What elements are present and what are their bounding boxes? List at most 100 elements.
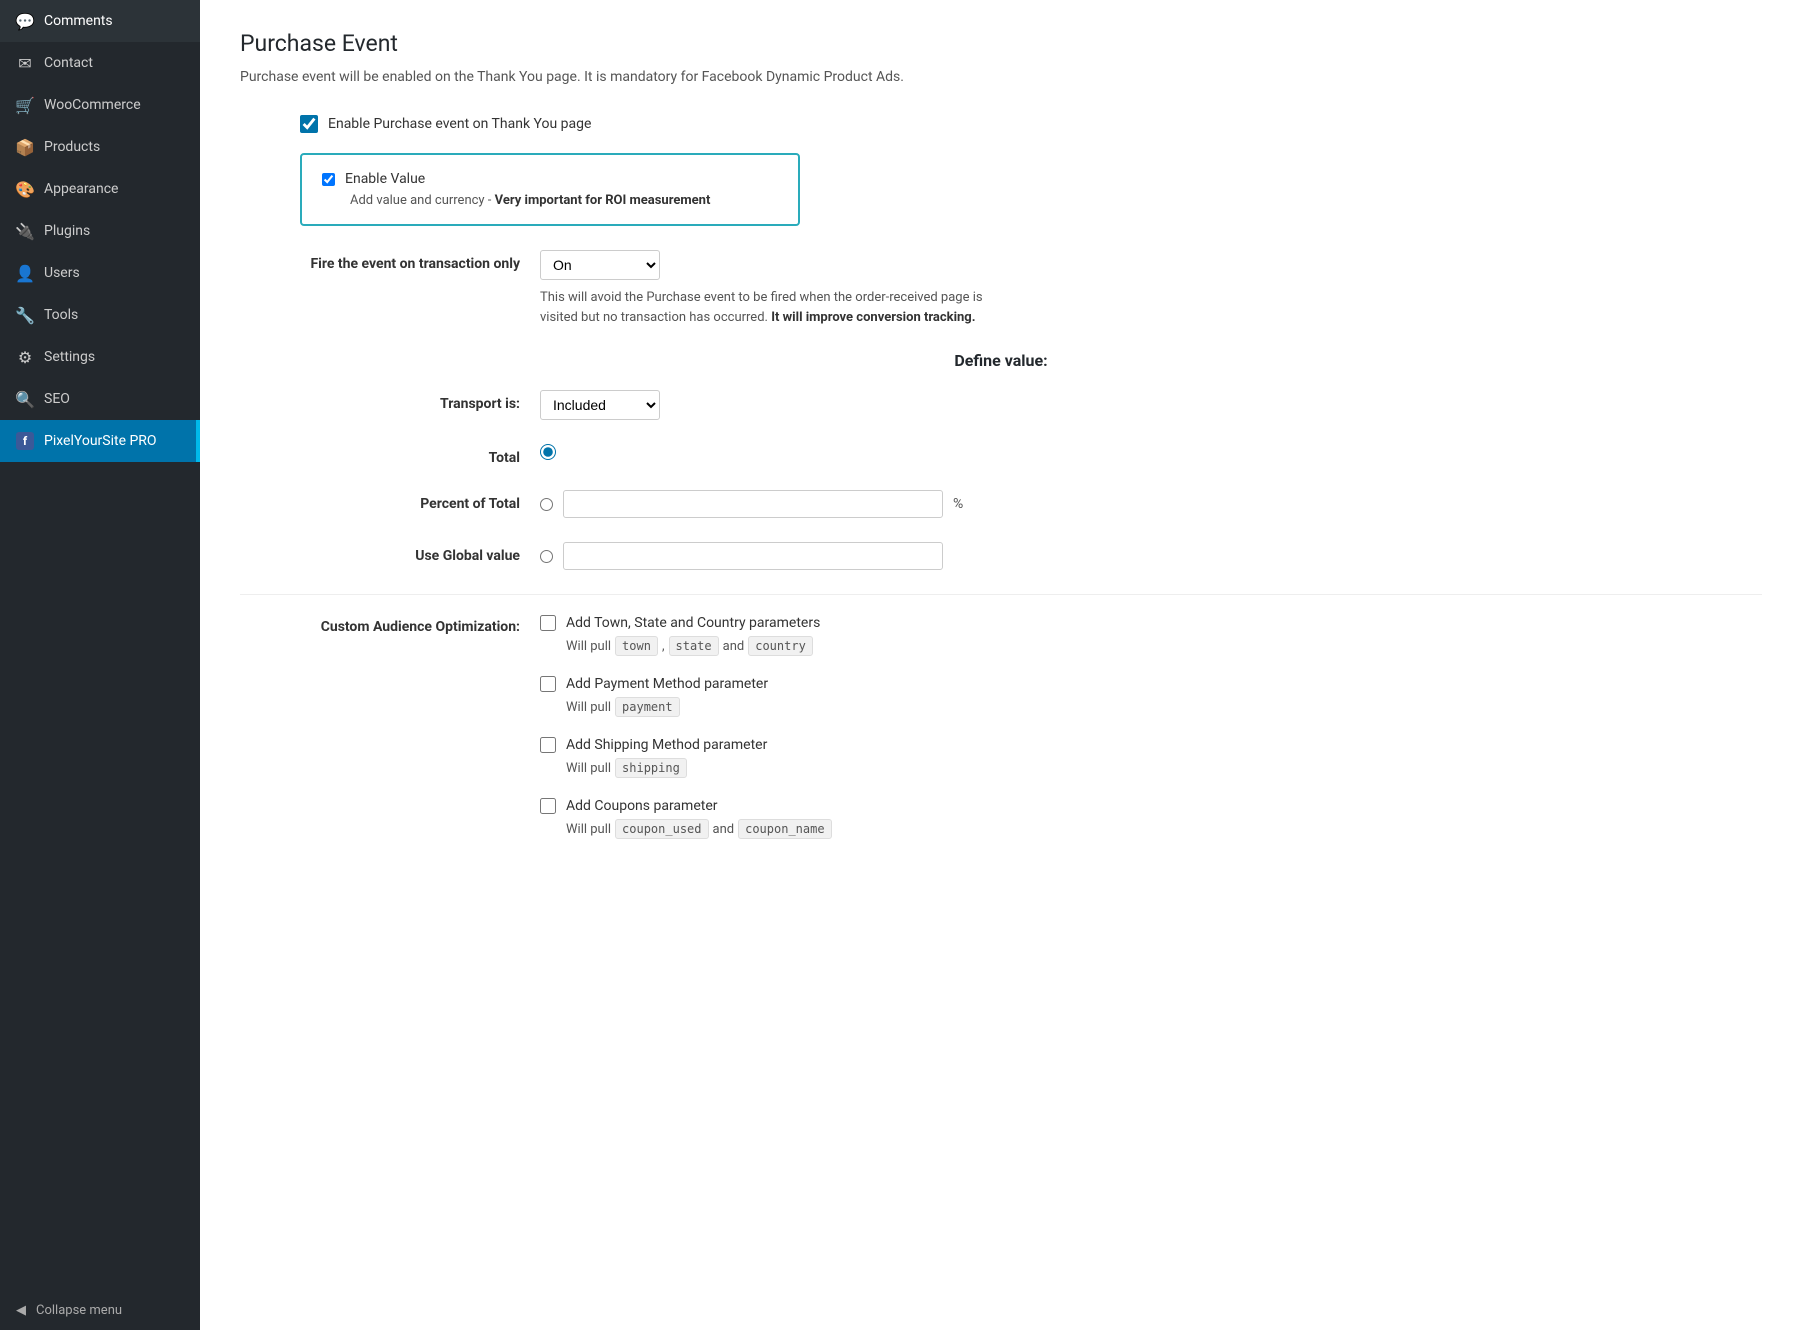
percent-control: % [540, 490, 1762, 518]
sidebar-item-label: Appearance [44, 181, 118, 197]
enable-value-desc-normal: Add value and currency - [350, 193, 495, 208]
global-value-control [540, 542, 1762, 570]
sidebar-item-seo[interactable]: 🔍 SEO [0, 378, 200, 420]
cao-options: Add Town, State and Country parameters W… [540, 615, 1762, 859]
enable-value-desc-bold: Very important for ROI measurement [495, 193, 711, 208]
total-label: Total [240, 444, 520, 466]
cao-option-shipping-method: Add Shipping Method parameter Will pull … [540, 737, 1762, 778]
sidebar-item-settings[interactable]: ⚙ Settings [0, 336, 200, 378]
enable-value-label: Enable Value [345, 171, 425, 187]
tools-icon: 🔧 [16, 306, 34, 324]
code-tag-coupon-used: coupon_used [615, 819, 708, 839]
code-tag-country: country [748, 636, 813, 656]
enable-value-box: Enable Value Add value and currency - Ve… [300, 153, 800, 226]
global-value-row: Use Global value [240, 542, 1762, 570]
sidebar-item-label: Users [44, 265, 80, 281]
fire-event-select[interactable]: On Off [540, 250, 660, 280]
pixelyoursite-icon: f [16, 432, 34, 450]
fire-event-row: Fire the event on transaction only On Of… [240, 250, 1762, 327]
page-description: Purchase event will be enabled on the Th… [240, 69, 1762, 85]
sidebar-item-woocommerce[interactable]: 🛒 WooCommerce [0, 84, 200, 126]
page-title: Purchase Event [240, 30, 1762, 57]
total-row: Total [240, 444, 1762, 466]
comments-icon: 💬 [16, 12, 34, 30]
transport-control: Included Excluded [540, 390, 1762, 420]
cao-option-desc-1: Will pull town , state and country [566, 636, 1762, 656]
total-radio[interactable] [540, 444, 556, 460]
cao-label: Custom Audience Optimization: [240, 615, 520, 635]
plugins-icon: 🔌 [16, 222, 34, 240]
sidebar-item-label: WooCommerce [44, 97, 141, 113]
code-tag-shipping: shipping [615, 758, 687, 778]
percent-label: Percent of Total [240, 490, 520, 512]
enable-value-checkbox[interactable] [322, 173, 335, 186]
cao-option-desc-4: Will pull coupon_used and coupon_name [566, 819, 1762, 839]
cao-option-label-3: Add Shipping Method parameter [566, 737, 767, 753]
sidebar-item-users[interactable]: 👤 Users [0, 252, 200, 294]
cao-option-town-state-country: Add Town, State and Country parameters W… [540, 615, 1762, 656]
seo-icon: 🔍 [16, 390, 34, 408]
fire-event-control: On Off This will avoid the Purchase even… [540, 250, 1762, 327]
percent-input[interactable] [563, 490, 943, 518]
divider [240, 594, 1762, 595]
cao-checkbox-payment-method[interactable] [540, 676, 556, 692]
enable-purchase-checkbox[interactable] [300, 115, 318, 133]
fire-event-label: Fire the event on transaction only [240, 250, 520, 272]
global-value-label: Use Global value [240, 542, 520, 564]
enable-purchase-label[interactable]: Enable Purchase event on Thank You page [328, 116, 591, 132]
cao-option-label-4: Add Coupons parameter [566, 798, 718, 814]
appearance-icon: 🎨 [16, 180, 34, 198]
sidebar-item-label: Products [44, 139, 100, 155]
define-value-heading: Define value: [240, 351, 1762, 370]
code-tag-town: town [615, 636, 658, 656]
percent-symbol: % [953, 496, 963, 512]
enable-purchase-row: Enable Purchase event on Thank You page [300, 115, 1762, 133]
code-tag-state: state [669, 636, 719, 656]
sidebar: 💬 Comments ✉ Contact 🛒 WooCommerce 📦 Pro… [0, 0, 200, 1330]
products-icon: 📦 [16, 138, 34, 156]
code-tag-coupon-name: coupon_name [738, 819, 831, 839]
sidebar-item-comments[interactable]: 💬 Comments [0, 0, 200, 42]
sidebar-item-label: Settings [44, 349, 95, 365]
cao-option-coupons: Add Coupons parameter Will pull coupon_u… [540, 798, 1762, 839]
transport-label: Transport is: [240, 390, 520, 412]
enable-value-row: Enable Value [322, 171, 778, 187]
fire-event-desc-bold: It will improve conversion tracking. [771, 310, 975, 325]
transport-select[interactable]: Included Excluded [540, 390, 660, 420]
main-content: Purchase Event Purchase event will be en… [200, 0, 1802, 1330]
cao-option-row-4: Add Coupons parameter [540, 798, 1762, 814]
cao-option-row-1: Add Town, State and Country parameters [540, 615, 1762, 631]
sidebar-item-pixelyoursite[interactable]: f PixelYourSite PRO [0, 420, 200, 462]
cao-option-label-1: Add Town, State and Country parameters [566, 615, 820, 631]
cao-option-row-3: Add Shipping Method parameter [540, 737, 1762, 753]
sidebar-item-contact[interactable]: ✉ Contact [0, 42, 200, 84]
sidebar-item-label: Comments [44, 13, 113, 29]
contact-icon: ✉ [16, 54, 34, 72]
settings-icon: ⚙ [16, 348, 34, 366]
cao-checkbox-shipping-method[interactable] [540, 737, 556, 753]
collapse-icon: ◀ [16, 1303, 26, 1318]
cao-checkbox-coupons[interactable] [540, 798, 556, 814]
cao-checkbox-town-state-country[interactable] [540, 615, 556, 631]
global-value-input[interactable] [563, 542, 943, 570]
cao-option-row-2: Add Payment Method parameter [540, 676, 1762, 692]
cao-option-label-2: Add Payment Method parameter [566, 676, 768, 692]
cao-option-desc-3: Will pull shipping [566, 758, 1762, 778]
sidebar-item-label: Contact [44, 55, 93, 71]
sidebar-item-appearance[interactable]: 🎨 Appearance [0, 168, 200, 210]
fire-event-description: This will avoid the Purchase event to be… [540, 288, 1000, 327]
woocommerce-icon: 🛒 [16, 96, 34, 114]
sidebar-item-tools[interactable]: 🔧 Tools [0, 294, 200, 336]
collapse-menu-button[interactable]: ◀ Collapse menu [0, 1291, 200, 1330]
collapse-label: Collapse menu [36, 1303, 122, 1318]
global-value-radio[interactable] [540, 550, 553, 563]
sidebar-item-label: SEO [44, 391, 70, 407]
sidebar-item-label: Plugins [44, 223, 90, 239]
percent-radio[interactable] [540, 498, 553, 511]
sidebar-item-label: PixelYourSite PRO [44, 433, 157, 449]
sidebar-item-products[interactable]: 📦 Products [0, 126, 200, 168]
sidebar-item-plugins[interactable]: 🔌 Plugins [0, 210, 200, 252]
enable-value-description: Add value and currency - Very important … [350, 193, 778, 208]
transport-row: Transport is: Included Excluded [240, 390, 1762, 420]
total-control [540, 444, 1762, 460]
